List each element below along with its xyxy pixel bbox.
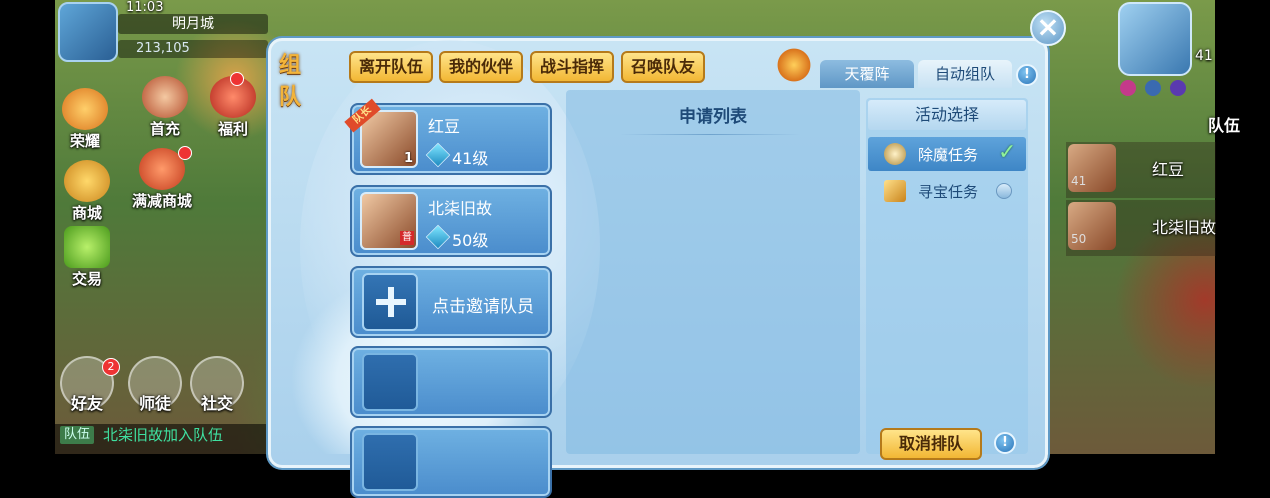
honor-button[interactable]: 荣耀 [55, 88, 115, 151]
social-button[interactable]: 社交 [190, 356, 244, 413]
invite-member-card[interactable]: 点击邀请队员 [350, 266, 552, 338]
member-corner-badge: 普 [400, 231, 414, 245]
scroll-icon [884, 180, 906, 202]
radio-icon [996, 183, 1012, 199]
empty-member-slot [350, 346, 552, 418]
fan-icon [884, 143, 906, 165]
buff-icon [1170, 80, 1187, 96]
my-partners-button[interactable]: 我的伙伴 [439, 51, 523, 83]
chat-message: 北柒旧故加入队伍 [103, 426, 224, 444]
battle-command-button[interactable]: 战斗指挥 [530, 51, 614, 83]
mall-button[interactable]: 商城 [57, 160, 117, 223]
activity-item-demon-quest[interactable]: 除魔任务 ✓ [868, 137, 1026, 171]
summon-teammate-button[interactable]: 召唤队友 [621, 51, 705, 83]
clock-label: 11:03 [126, 0, 164, 15]
status-icons [1120, 80, 1190, 96]
activity-item-treasure-quest[interactable]: 寻宝任务 [868, 174, 1026, 208]
checkmark-icon: ✓ [998, 140, 1017, 165]
team-member-card[interactable]: 普 北柒旧故 50级 [350, 185, 552, 257]
member-level: 41级 [452, 149, 489, 168]
member-corner-number: 1 [404, 151, 414, 166]
friends-label: 好友 [70, 394, 103, 413]
side-team-member[interactable]: 41 红豆 [1066, 142, 1216, 198]
cancel-queue-button[interactable]: 取消排队 [880, 428, 982, 460]
trade-button[interactable]: 交易 [57, 226, 117, 289]
member-name: 北柒旧故 [428, 199, 493, 218]
welfare-label: 福利 [217, 120, 248, 138]
apply-list-panel [566, 90, 860, 454]
welfare-notification-dot [230, 72, 244, 86]
empty-member-slot [350, 426, 552, 498]
close-button[interactable]: × [1030, 10, 1066, 46]
master-label: 师徒 [138, 394, 171, 413]
tab-formation[interactable]: 天覆阵 [820, 60, 914, 88]
level-gem-icon [425, 142, 451, 168]
activity-label: 除魔任务 [918, 146, 979, 164]
dialog-title: 组队 [279, 53, 302, 110]
member-name: 红豆 [428, 117, 461, 136]
first-charge-icon [142, 76, 188, 118]
activity-label: 寻宝任务 [918, 183, 979, 201]
city-name: 明月城 [118, 14, 268, 34]
treasure-mall-notification-dot [178, 146, 192, 160]
empty-slot-box [362, 353, 418, 411]
treasure-mall-label: 满减商城 [131, 192, 192, 210]
leave-team-button[interactable]: 离开队伍 [349, 51, 433, 83]
plus-icon [362, 273, 418, 331]
info-icon[interactable]: ! [994, 432, 1016, 454]
mall-label: 商城 [71, 204, 102, 222]
first-charge-button[interactable]: 首充 [135, 76, 195, 139]
apply-list-divider [620, 134, 800, 135]
empty-slot-box [362, 433, 418, 491]
welfare-button[interactable]: 福利 [203, 76, 263, 139]
mall-icon [64, 160, 110, 202]
pet-avatar[interactable] [1118, 2, 1192, 76]
master-button[interactable]: 师徒 [128, 356, 182, 413]
buff-icon [1145, 80, 1162, 96]
chat-channel-tag: 队伍 [60, 426, 95, 444]
side-member-name: 北柒旧故 [1152, 218, 1217, 237]
honor-label: 荣耀 [69, 132, 100, 150]
power-value: 213,105 [118, 40, 268, 58]
friends-badge: 2 [102, 358, 120, 376]
level-gem-icon [425, 224, 451, 250]
member-level: 50级 [452, 231, 489, 250]
social-label: 社交 [200, 394, 233, 413]
first-charge-label: 首充 [149, 120, 180, 138]
team-tab[interactable]: 队伍 [1208, 112, 1240, 136]
apply-list-title: 申请列表 [679, 107, 747, 127]
side-team-member[interactable]: 50 北柒旧故 [1066, 200, 1216, 256]
side-member-name: 红豆 [1152, 160, 1185, 179]
pet-level: 41 [1195, 48, 1213, 64]
heart-icon [1120, 80, 1136, 96]
trade-icon [64, 226, 110, 268]
info-icon[interactable]: ! [1016, 64, 1038, 86]
team-member-card[interactable]: 队长 1 红豆 41级 [344, 98, 552, 175]
activity-header: 活动选择 [868, 100, 1026, 130]
tab-auto-team[interactable]: 自动组队 [918, 60, 1012, 88]
formation-emblem-icon [776, 45, 812, 85]
player-avatar[interactable] [58, 2, 118, 62]
side-member-level: 41 [1071, 174, 1087, 188]
side-member-level: 50 [1071, 232, 1087, 246]
trade-label: 交易 [71, 270, 102, 288]
honor-icon [62, 88, 108, 130]
invite-label: 点击邀请队员 [432, 297, 534, 317]
